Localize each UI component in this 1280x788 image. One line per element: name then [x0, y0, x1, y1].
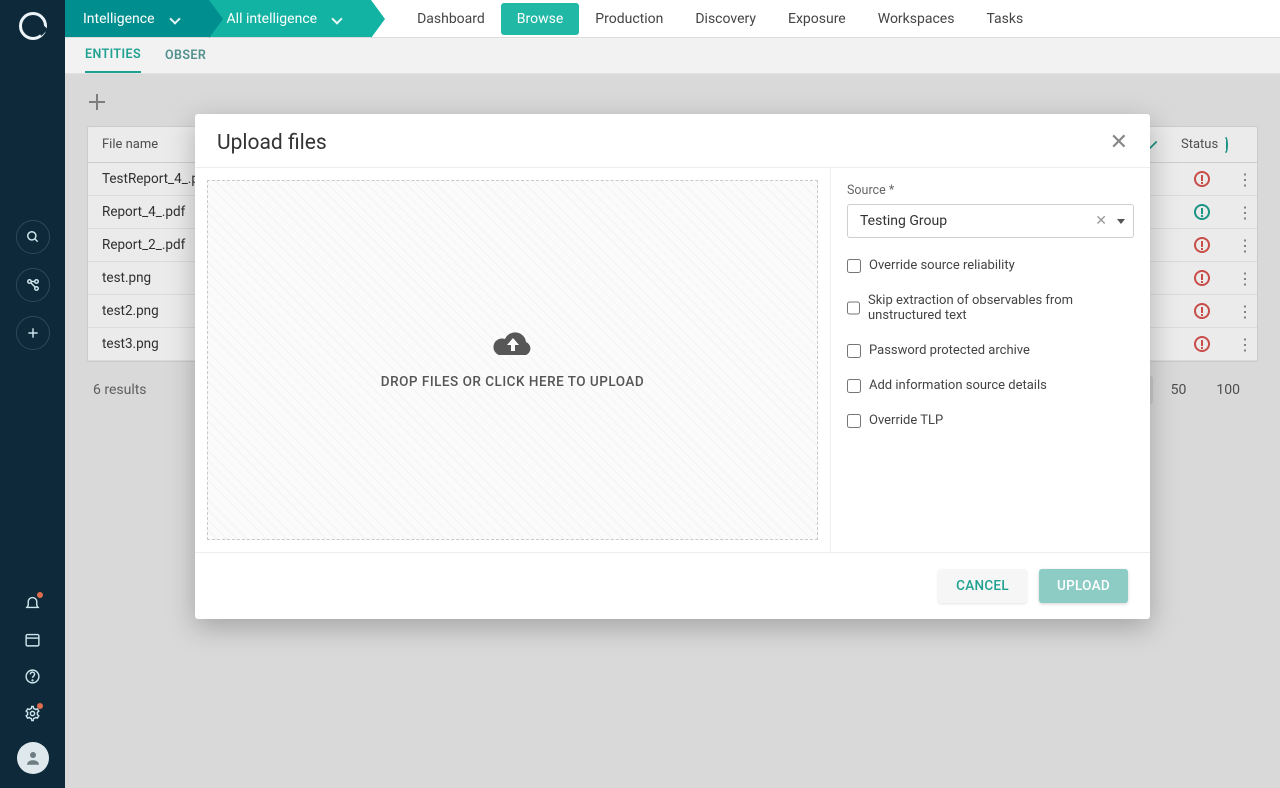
settings-icon[interactable] — [24, 705, 41, 726]
left-rail — [0, 0, 65, 788]
dropzone-text: DROP FILES OR CLICK HERE TO UPLOAD — [381, 374, 644, 390]
modal-title: Upload files — [217, 131, 327, 155]
breadcrumb-section-label: Intelligence — [83, 11, 155, 27]
opt-password-archive[interactable]: Password protected archive — [847, 343, 1134, 358]
breadcrumb-section[interactable]: Intelligence — [65, 0, 209, 37]
add-icon[interactable] — [16, 316, 50, 350]
source-value: Testing Group — [860, 213, 947, 229]
chevron-down-icon — [331, 13, 342, 24]
source-label: Source * — [847, 183, 894, 198]
source-select[interactable]: Testing Group ✕ — [847, 204, 1134, 238]
graph-icon[interactable] — [16, 268, 50, 302]
modal-overlay: Upload files ✕ DROP FILES OR CLICK HERE … — [65, 74, 1280, 788]
checkbox[interactable] — [847, 301, 860, 315]
topnav: Dashboard Browse Production Discovery Ex… — [401, 0, 1039, 37]
tab-production[interactable]: Production — [579, 3, 679, 35]
calendar-icon[interactable] — [24, 631, 41, 652]
search-icon[interactable] — [16, 220, 50, 254]
checkbox[interactable] — [847, 344, 861, 358]
chevron-down-icon[interactable] — [1117, 219, 1125, 224]
breadcrumb-scope[interactable]: All intelligence — [209, 0, 372, 37]
user-avatar[interactable] — [17, 742, 49, 774]
checkbox[interactable] — [847, 259, 861, 273]
breadcrumb-scope-label: All intelligence — [227, 11, 318, 27]
subtab-observables[interactable]: OBSER — [165, 48, 206, 63]
tab-exposure[interactable]: Exposure — [772, 3, 862, 35]
opt-override-reliability[interactable]: Override source reliability — [847, 258, 1134, 273]
topbar: Intelligence All intelligence Dashboard … — [65, 0, 1280, 38]
subnav: ENTITIES OBSER — [65, 38, 1280, 74]
subtab-entities[interactable]: ENTITIES — [85, 38, 141, 73]
opt-add-info-source[interactable]: Add information source details — [847, 378, 1134, 393]
tab-browse[interactable]: Browse — [501, 3, 579, 35]
tab-dashboard[interactable]: Dashboard — [401, 3, 501, 35]
tab-tasks[interactable]: Tasks — [970, 3, 1039, 35]
chevron-down-icon — [169, 13, 180, 24]
checkbox[interactable] — [847, 379, 861, 393]
close-icon[interactable]: ✕ — [1110, 130, 1128, 155]
cloud-upload-icon — [491, 330, 535, 360]
clear-icon[interactable]: ✕ — [1091, 213, 1111, 229]
dropzone[interactable]: DROP FILES OR CLICK HERE TO UPLOAD — [207, 180, 818, 540]
checkbox[interactable] — [847, 414, 861, 428]
help-icon[interactable] — [24, 668, 41, 689]
opt-skip-extraction[interactable]: Skip extraction of observables from unst… — [847, 293, 1134, 323]
upload-modal: Upload files ✕ DROP FILES OR CLICK HERE … — [195, 114, 1150, 619]
upload-button[interactable]: UPLOAD — [1039, 569, 1128, 603]
app-logo[interactable] — [19, 12, 47, 40]
tab-discovery[interactable]: Discovery — [679, 3, 772, 35]
notifications-icon[interactable] — [24, 594, 41, 615]
upload-options: Source * Testing Group ✕ Override source… — [830, 168, 1150, 552]
cancel-button[interactable]: CANCEL — [938, 569, 1027, 603]
tab-workspaces[interactable]: Workspaces — [862, 3, 971, 35]
opt-override-tlp[interactable]: Override TLP — [847, 413, 1134, 428]
